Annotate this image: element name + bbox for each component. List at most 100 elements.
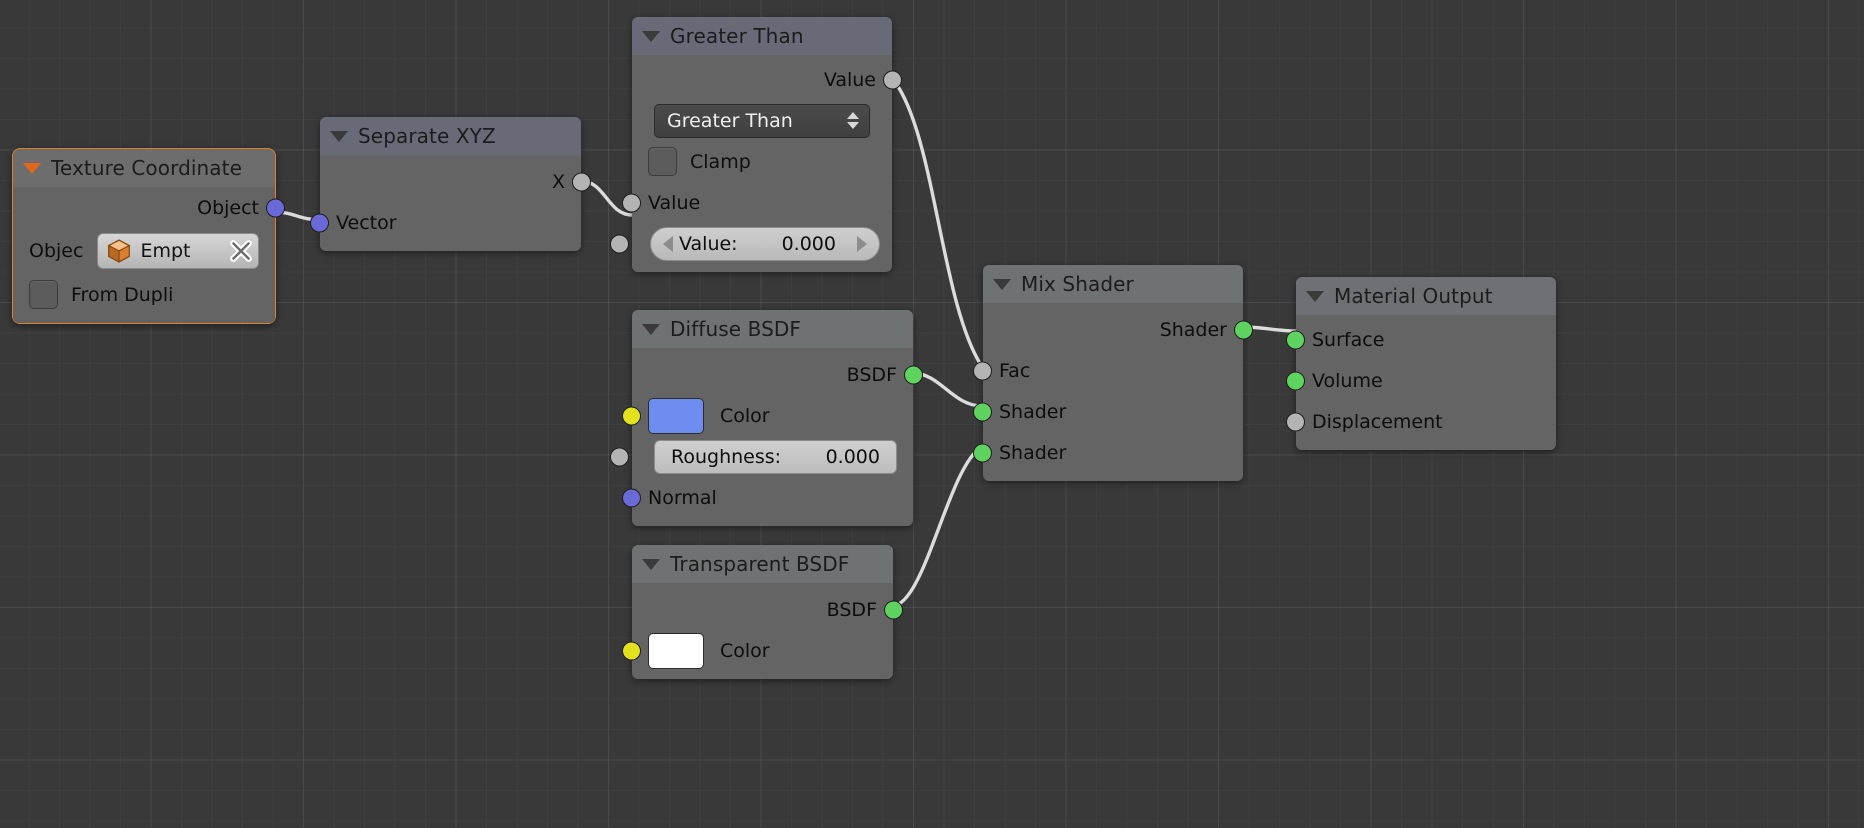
- output-socket-shader[interactable]: [1234, 320, 1253, 339]
- value-slider[interactable]: Value: 0.000: [650, 226, 880, 261]
- output-socket-bsdf[interactable]: [884, 600, 903, 619]
- value-slider-value: 0.000: [781, 232, 836, 255]
- input-socket-value-2[interactable]: [610, 234, 629, 253]
- node-title-greater-than: Greater Than: [670, 24, 804, 48]
- roughness-field[interactable]: Roughness: 0.000: [654, 439, 897, 474]
- node-mix-shader[interactable]: Mix Shader Shader Fac Shader Shader: [973, 265, 1253, 481]
- node-header-separate-xyz[interactable]: Separate XYZ: [320, 117, 581, 155]
- input-row-value-2: Value: 0.000: [610, 223, 892, 264]
- node-header-diffuse-bsdf[interactable]: Diffuse BSDF: [632, 310, 913, 348]
- input-row-value-1: Value: [622, 182, 892, 223]
- node-title-mix-shader: Mix Shader: [1021, 272, 1134, 296]
- node-body-texture-coordinate: Object Objec Empt From Dupli: [13, 187, 285, 323]
- output-row-object: Object: [13, 187, 285, 228]
- input-row-displacement: Displacement: [1286, 401, 1556, 442]
- object-selector-row: Objec Empt: [13, 228, 275, 274]
- node-title-transparent-bsdf: Transparent BSDF: [670, 552, 850, 576]
- color-swatch[interactable]: [648, 632, 704, 669]
- input-label-displacement: Displacement: [1312, 410, 1443, 433]
- input-socket-surface[interactable]: [1286, 330, 1305, 349]
- collapse-triangle-icon[interactable]: [642, 558, 660, 570]
- object-name-value: Empt: [140, 240, 191, 262]
- input-socket-roughness[interactable]: [610, 447, 629, 466]
- input-socket-vector[interactable]: [310, 213, 329, 232]
- collapse-triangle-icon[interactable]: [23, 162, 41, 174]
- node-separate-xyz[interactable]: Separate XYZ X Vector: [310, 117, 591, 251]
- slider-decrement-arrow-icon[interactable]: [663, 235, 673, 252]
- output-socket-value[interactable]: [883, 70, 902, 89]
- node-header-transparent-bsdf[interactable]: Transparent BSDF: [632, 545, 893, 583]
- node-texture-coordinate[interactable]: Texture Coordinate Object Objec Empt Fro…: [12, 148, 285, 324]
- input-label-surface: Surface: [1312, 328, 1385, 351]
- output-row-value: Value: [632, 59, 902, 100]
- input-row-volume: Volume: [1286, 360, 1556, 401]
- operation-dropdown[interactable]: Greater Than: [654, 103, 870, 138]
- input-socket-normal[interactable]: [622, 488, 641, 507]
- input-label-shader-2: Shader: [999, 441, 1067, 464]
- output-row-shader: Shader: [983, 309, 1253, 350]
- collapse-triangle-icon[interactable]: [1306, 290, 1324, 302]
- input-label-color: Color: [720, 404, 770, 427]
- operation-selected-value: Greater Than: [667, 109, 793, 132]
- x-icon[interactable]: [228, 238, 254, 264]
- object-id-field[interactable]: Empt: [97, 233, 259, 269]
- node-title-texture-coordinate: Texture Coordinate: [51, 156, 243, 180]
- input-socket-color[interactable]: [622, 406, 641, 425]
- node-header-greater-than[interactable]: Greater Than: [632, 17, 892, 55]
- input-socket-color[interactable]: [622, 641, 641, 660]
- color-swatch[interactable]: [648, 397, 704, 434]
- from-dupli-row[interactable]: From Dupli: [13, 274, 275, 315]
- slider-increment-arrow-icon[interactable]: [857, 235, 867, 252]
- node-body-material-output: Surface Volume Displacement: [1286, 319, 1556, 450]
- clamp-label: Clamp: [690, 150, 751, 173]
- clamp-row[interactable]: Clamp: [632, 141, 892, 182]
- input-socket-value-1[interactable]: [622, 193, 641, 212]
- input-label-fac: Fac: [999, 359, 1031, 382]
- output-label-object: Object: [197, 196, 259, 219]
- output-row-bsdf: BSDF: [632, 354, 923, 395]
- node-title-separate-xyz: Separate XYZ: [358, 124, 496, 148]
- output-label-value: Value: [823, 68, 876, 91]
- input-socket-fac[interactable]: [973, 361, 992, 380]
- node-body-greater-than: Value Greater Than Clamp Value Value: 0.…: [610, 59, 902, 272]
- node-header-mix-shader[interactable]: Mix Shader: [983, 265, 1243, 303]
- node-body-mix-shader: Shader Fac Shader Shader: [973, 309, 1253, 481]
- input-label-shader-1: Shader: [999, 400, 1067, 423]
- input-socket-displacement[interactable]: [1286, 412, 1305, 431]
- from-dupli-checkbox[interactable]: [29, 280, 58, 309]
- node-transparent-bsdf[interactable]: Transparent BSDF BSDF Color: [622, 545, 903, 679]
- collapse-triangle-icon[interactable]: [642, 323, 660, 335]
- input-row-normal: Normal: [622, 477, 913, 518]
- collapse-triangle-icon[interactable]: [993, 278, 1011, 290]
- roughness-value: 0.000: [825, 445, 880, 468]
- cube-icon: [107, 239, 132, 263]
- input-row-roughness: Roughness: 0.000: [610, 436, 913, 477]
- output-row-bsdf: BSDF: [632, 589, 903, 630]
- node-greater-than[interactable]: Greater Than Value Greater Than Clamp Va…: [610, 17, 902, 272]
- input-row-surface: Surface: [1286, 319, 1556, 360]
- output-socket-bsdf[interactable]: [904, 365, 923, 384]
- node-material-output[interactable]: Material Output Surface Volume Displacem…: [1286, 277, 1556, 450]
- node-body-separate-xyz: X Vector: [310, 161, 591, 251]
- roughness-label: Roughness:: [671, 445, 782, 468]
- output-socket-x[interactable]: [572, 172, 591, 191]
- node-title-material-output: Material Output: [1334, 284, 1493, 308]
- clamp-checkbox[interactable]: [648, 147, 677, 176]
- collapse-triangle-icon[interactable]: [642, 30, 660, 42]
- collapse-triangle-icon[interactable]: [330, 130, 348, 142]
- output-label-x: X: [551, 170, 565, 193]
- input-socket-shader-2[interactable]: [973, 443, 992, 462]
- input-row-color: Color: [622, 395, 913, 436]
- node-editor-canvas[interactable]: Texture Coordinate Object Objec Empt Fro…: [0, 0, 1864, 828]
- input-socket-volume[interactable]: [1286, 371, 1305, 390]
- output-socket-object[interactable]: [266, 198, 285, 217]
- operation-dropdown-row: Greater Than: [632, 100, 892, 141]
- object-field-label: Objec: [29, 240, 84, 262]
- node-header-material-output[interactable]: Material Output: [1296, 277, 1556, 315]
- input-label-value-1: Value: [648, 191, 701, 214]
- input-row-color: Color: [622, 630, 893, 671]
- input-socket-shader-1[interactable]: [973, 402, 992, 421]
- node-header-texture-coordinate[interactable]: Texture Coordinate: [13, 149, 275, 187]
- node-diffuse-bsdf[interactable]: Diffuse BSDF BSDF Color Roughness: 0.000: [610, 310, 923, 526]
- input-label-volume: Volume: [1312, 369, 1383, 392]
